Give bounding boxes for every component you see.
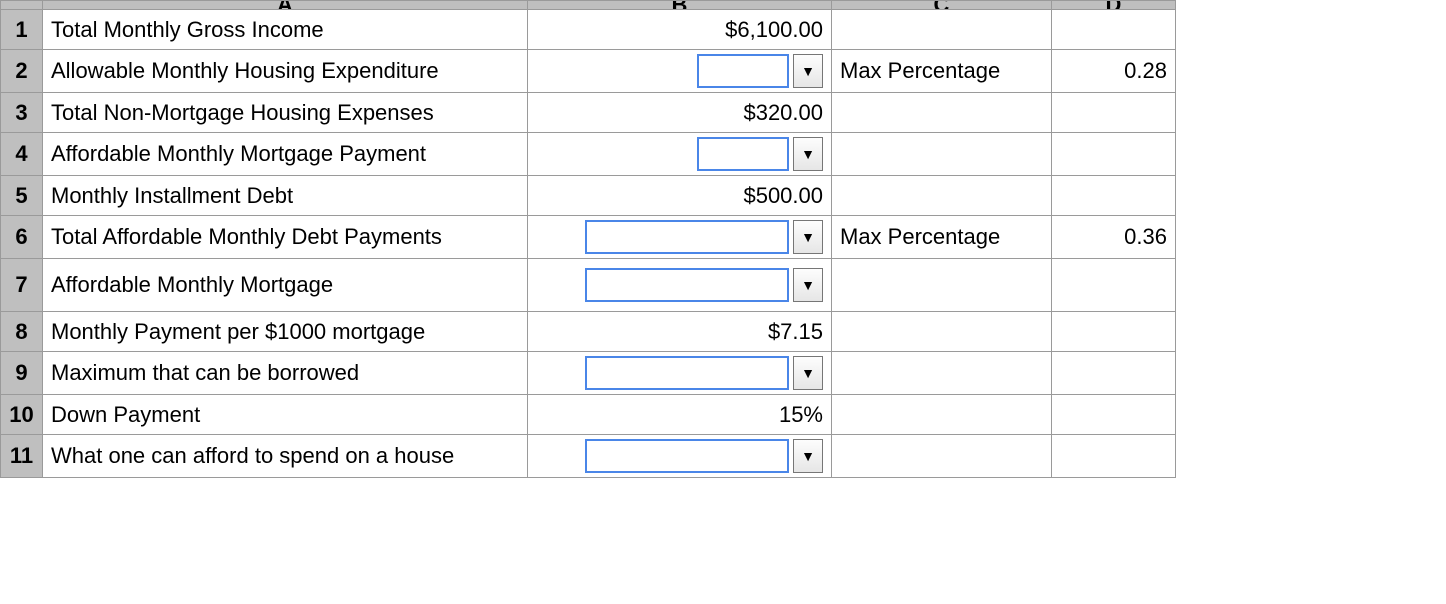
dropdown-B9[interactable]: ▼ [536,356,823,390]
cell-A10[interactable]: Down Payment [43,395,528,435]
row-header-5[interactable]: 5 [1,176,43,216]
cell-C1[interactable] [832,10,1052,50]
cell-D8[interactable] [1052,312,1176,352]
cell-D7[interactable] [1052,259,1176,312]
cell-C6[interactable]: Max Percentage [832,216,1052,259]
cell-C8[interactable] [832,312,1052,352]
cell-C5[interactable] [832,176,1052,216]
row-header-10[interactable]: 10 [1,395,43,435]
cell-C10[interactable] [832,395,1052,435]
cell-D11[interactable] [1052,435,1176,478]
cell-B4[interactable]: ▼ [528,133,832,176]
cell-D1[interactable] [1052,10,1176,50]
cell-A11[interactable]: What one can afford to spend on a house [43,435,528,478]
cell-B5[interactable]: $500.00 [528,176,832,216]
cell-B10[interactable]: 15% [528,395,832,435]
cell-B11[interactable]: ▼ [528,435,832,478]
chevron-down-icon[interactable]: ▼ [793,439,823,473]
row-header-11[interactable]: 11 [1,435,43,478]
dropdown-B4[interactable]: ▼ [536,137,823,171]
chevron-down-icon[interactable]: ▼ [793,356,823,390]
row-header-7[interactable]: 7 [1,259,43,312]
cell-C3[interactable] [832,93,1052,133]
col-header-C[interactable]: C [832,1,1052,10]
col-header-A[interactable]: A [43,1,528,10]
spreadsheet-table: A B C D 1Total Monthly Gross Income$6,10… [0,0,1176,478]
row-header-8[interactable]: 8 [1,312,43,352]
chevron-down-icon[interactable]: ▼ [793,220,823,254]
row-header-6[interactable]: 6 [1,216,43,259]
dropdown-input[interactable] [697,54,789,88]
cell-A3[interactable]: Total Non-Mortgage Housing Expenses [43,93,528,133]
cell-D10[interactable] [1052,395,1176,435]
cell-A2[interactable]: Allowable Monthly Housing Expenditure [43,50,528,93]
cell-B6[interactable]: ▼ [528,216,832,259]
cell-A6[interactable]: Total Affordable Monthly Debt Payments [43,216,528,259]
dropdown-input[interactable] [585,356,789,390]
cell-D9[interactable] [1052,352,1176,395]
cell-A1[interactable]: Total Monthly Gross Income [43,10,528,50]
dropdown-input[interactable] [585,220,789,254]
row-header-9[interactable]: 9 [1,352,43,395]
cell-C11[interactable] [832,435,1052,478]
cell-B8[interactable]: $7.15 [528,312,832,352]
row-header-1[interactable]: 1 [1,10,43,50]
dropdown-input[interactable] [585,268,789,302]
chevron-down-icon[interactable]: ▼ [793,137,823,171]
cell-C2[interactable]: Max Percentage [832,50,1052,93]
cell-B2[interactable]: ▼ [528,50,832,93]
row-header-3[interactable]: 3 [1,93,43,133]
cell-D4[interactable] [1052,133,1176,176]
cell-C4[interactable] [832,133,1052,176]
col-header-B[interactable]: B [528,1,832,10]
cell-A7[interactable]: Affordable Monthly Mortgage [43,259,528,312]
cell-D5[interactable] [1052,176,1176,216]
cell-C9[interactable] [832,352,1052,395]
cell-B9[interactable]: ▼ [528,352,832,395]
cell-A5[interactable]: Monthly Installment Debt [43,176,528,216]
cell-A9[interactable]: Maximum that can be borrowed [43,352,528,395]
dropdown-input[interactable] [585,439,789,473]
cell-B7[interactable]: ▼ [528,259,832,312]
cell-B3[interactable]: $320.00 [528,93,832,133]
dropdown-B6[interactable]: ▼ [536,220,823,254]
cell-A8[interactable]: Monthly Payment per $1000 mortgage [43,312,528,352]
cell-D6[interactable]: 0.36 [1052,216,1176,259]
row-header-4[interactable]: 4 [1,133,43,176]
cell-D3[interactable] [1052,93,1176,133]
dropdown-B2[interactable]: ▼ [536,54,823,88]
col-header-D[interactable]: D [1052,1,1176,10]
cell-B1[interactable]: $6,100.00 [528,10,832,50]
cell-A4[interactable]: Affordable Monthly Mortgage Payment [43,133,528,176]
row-header-2[interactable]: 2 [1,50,43,93]
chevron-down-icon[interactable]: ▼ [793,54,823,88]
cell-C7[interactable] [832,259,1052,312]
chevron-down-icon[interactable]: ▼ [793,268,823,302]
corner-header[interactable] [1,1,43,10]
dropdown-B7[interactable]: ▼ [536,263,823,307]
dropdown-input[interactable] [697,137,789,171]
cell-D2[interactable]: 0.28 [1052,50,1176,93]
dropdown-B11[interactable]: ▼ [536,439,823,473]
